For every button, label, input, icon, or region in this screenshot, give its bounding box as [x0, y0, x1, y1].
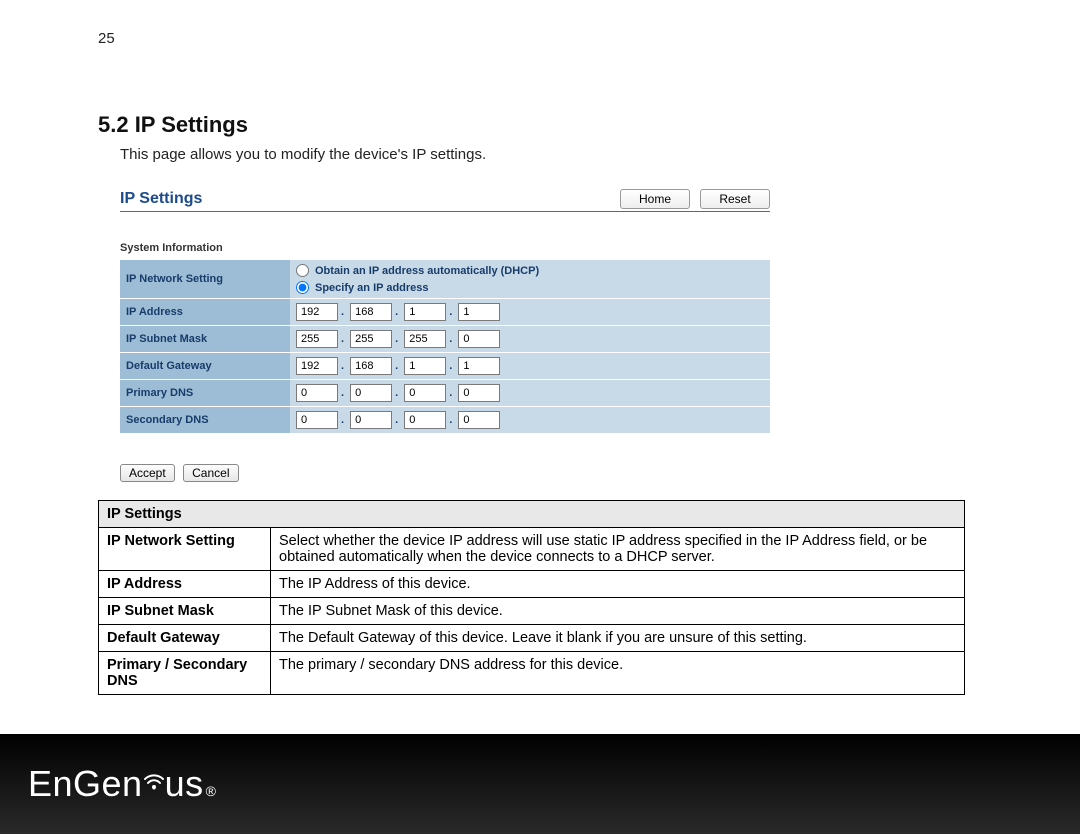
dot: . [449, 306, 452, 318]
desc-r3v: The IP Subnet Mask of this device. [271, 598, 965, 625]
sdns-label: Secondary DNS [120, 407, 290, 434]
panel-buttons: Home Reset [620, 189, 770, 209]
dot: . [449, 414, 452, 426]
pdns-o4[interactable] [458, 384, 500, 402]
ip-address-label: IP Address [120, 299, 290, 326]
cancel-button[interactable]: Cancel [183, 464, 238, 482]
radio-dhcp-label: Obtain an IP address automatically (DHCP… [315, 265, 539, 277]
home-button[interactable]: Home [620, 189, 690, 209]
ip-address-field: . . . [290, 299, 770, 326]
sdns-o3[interactable] [404, 411, 446, 429]
gw-o2[interactable] [350, 357, 392, 375]
dot: . [341, 360, 344, 372]
sn-o3[interactable] [404, 330, 446, 348]
panel-header: IP Settings Home Reset [120, 189, 770, 212]
dot: . [341, 387, 344, 399]
sdns-field: . . . [290, 407, 770, 434]
dot: . [395, 414, 398, 426]
subnet-field: . . . [290, 326, 770, 353]
gateway-field: . . . [290, 353, 770, 380]
radio-static-input[interactable] [296, 281, 309, 294]
ip-o4[interactable] [458, 303, 500, 321]
dot: . [395, 360, 398, 372]
dot: . [449, 333, 452, 345]
footer: EnGen us ® [0, 734, 1080, 834]
reset-button[interactable]: Reset [700, 189, 770, 209]
radio-static[interactable]: Specify an IP address [296, 281, 764, 294]
desc-r2v: The IP Address of this device. [271, 571, 965, 598]
sn-o1[interactable] [296, 330, 338, 348]
desc-header: IP Settings [99, 501, 965, 528]
row-network-field: Obtain an IP address automatically (DHCP… [290, 260, 770, 299]
desc-r1k: IP Network Setting [99, 528, 271, 571]
radio-dhcp-input[interactable] [296, 264, 309, 277]
row-network-label: IP Network Setting [120, 260, 290, 299]
description-table: IP Settings IP Network Setting Select wh… [98, 500, 965, 695]
desc-r4v: The Default Gateway of this device. Leav… [271, 625, 965, 652]
pdns-label: Primary DNS [120, 380, 290, 407]
panel-title: IP Settings [120, 190, 202, 208]
pdns-o2[interactable] [350, 384, 392, 402]
brand-part-b: us [165, 763, 204, 805]
gw-o1[interactable] [296, 357, 338, 375]
system-info-subhead: System Information [120, 242, 770, 254]
radio-static-label: Specify an IP address [315, 282, 429, 294]
dot: . [341, 414, 344, 426]
gateway-label: Default Gateway [120, 353, 290, 380]
ip-o3[interactable] [404, 303, 446, 321]
sn-o4[interactable] [458, 330, 500, 348]
ip-settings-panel: IP Settings Home Reset System Informatio… [120, 189, 770, 434]
desc-r5v: The primary / secondary DNS address for … [271, 652, 965, 695]
pdns-field: . . . [290, 380, 770, 407]
dot: . [341, 333, 344, 345]
desc-r1v: Select whether the device IP address wil… [271, 528, 965, 571]
dot: . [395, 333, 398, 345]
gw-o4[interactable] [458, 357, 500, 375]
radio-dhcp[interactable]: Obtain an IP address automatically (DHCP… [296, 264, 764, 277]
section-heading: 5.2 IP Settings [98, 112, 973, 138]
desc-r5k: Primary / Secondary DNS [99, 652, 271, 695]
ip-o1[interactable] [296, 303, 338, 321]
intro-text: This page allows you to modify the devic… [120, 146, 973, 163]
subnet-label: IP Subnet Mask [120, 326, 290, 353]
pdns-o1[interactable] [296, 384, 338, 402]
sdns-o2[interactable] [350, 411, 392, 429]
content-area: 5.2 IP Settings This page allows you to … [98, 112, 973, 695]
dot: . [449, 387, 452, 399]
sdns-o1[interactable] [296, 411, 338, 429]
dot: . [395, 387, 398, 399]
dot: . [395, 306, 398, 318]
dot: . [341, 306, 344, 318]
wifi-icon [139, 764, 169, 786]
action-row: Accept Cancel [120, 464, 973, 482]
pdns-o3[interactable] [404, 384, 446, 402]
settings-form-table: IP Network Setting Obtain an IP address … [120, 260, 770, 434]
desc-r3k: IP Subnet Mask [99, 598, 271, 625]
sdns-o4[interactable] [458, 411, 500, 429]
gw-o3[interactable] [404, 357, 446, 375]
sn-o2[interactable] [350, 330, 392, 348]
brand-part-a: EnGen [28, 763, 143, 805]
registered-icon: ® [206, 783, 217, 799]
dot: . [449, 360, 452, 372]
desc-r2k: IP Address [99, 571, 271, 598]
ip-o2[interactable] [350, 303, 392, 321]
brand-logo: EnGen us ® [28, 763, 216, 805]
desc-r4k: Default Gateway [99, 625, 271, 652]
page-number: 25 [98, 30, 115, 47]
accept-button[interactable]: Accept [120, 464, 175, 482]
